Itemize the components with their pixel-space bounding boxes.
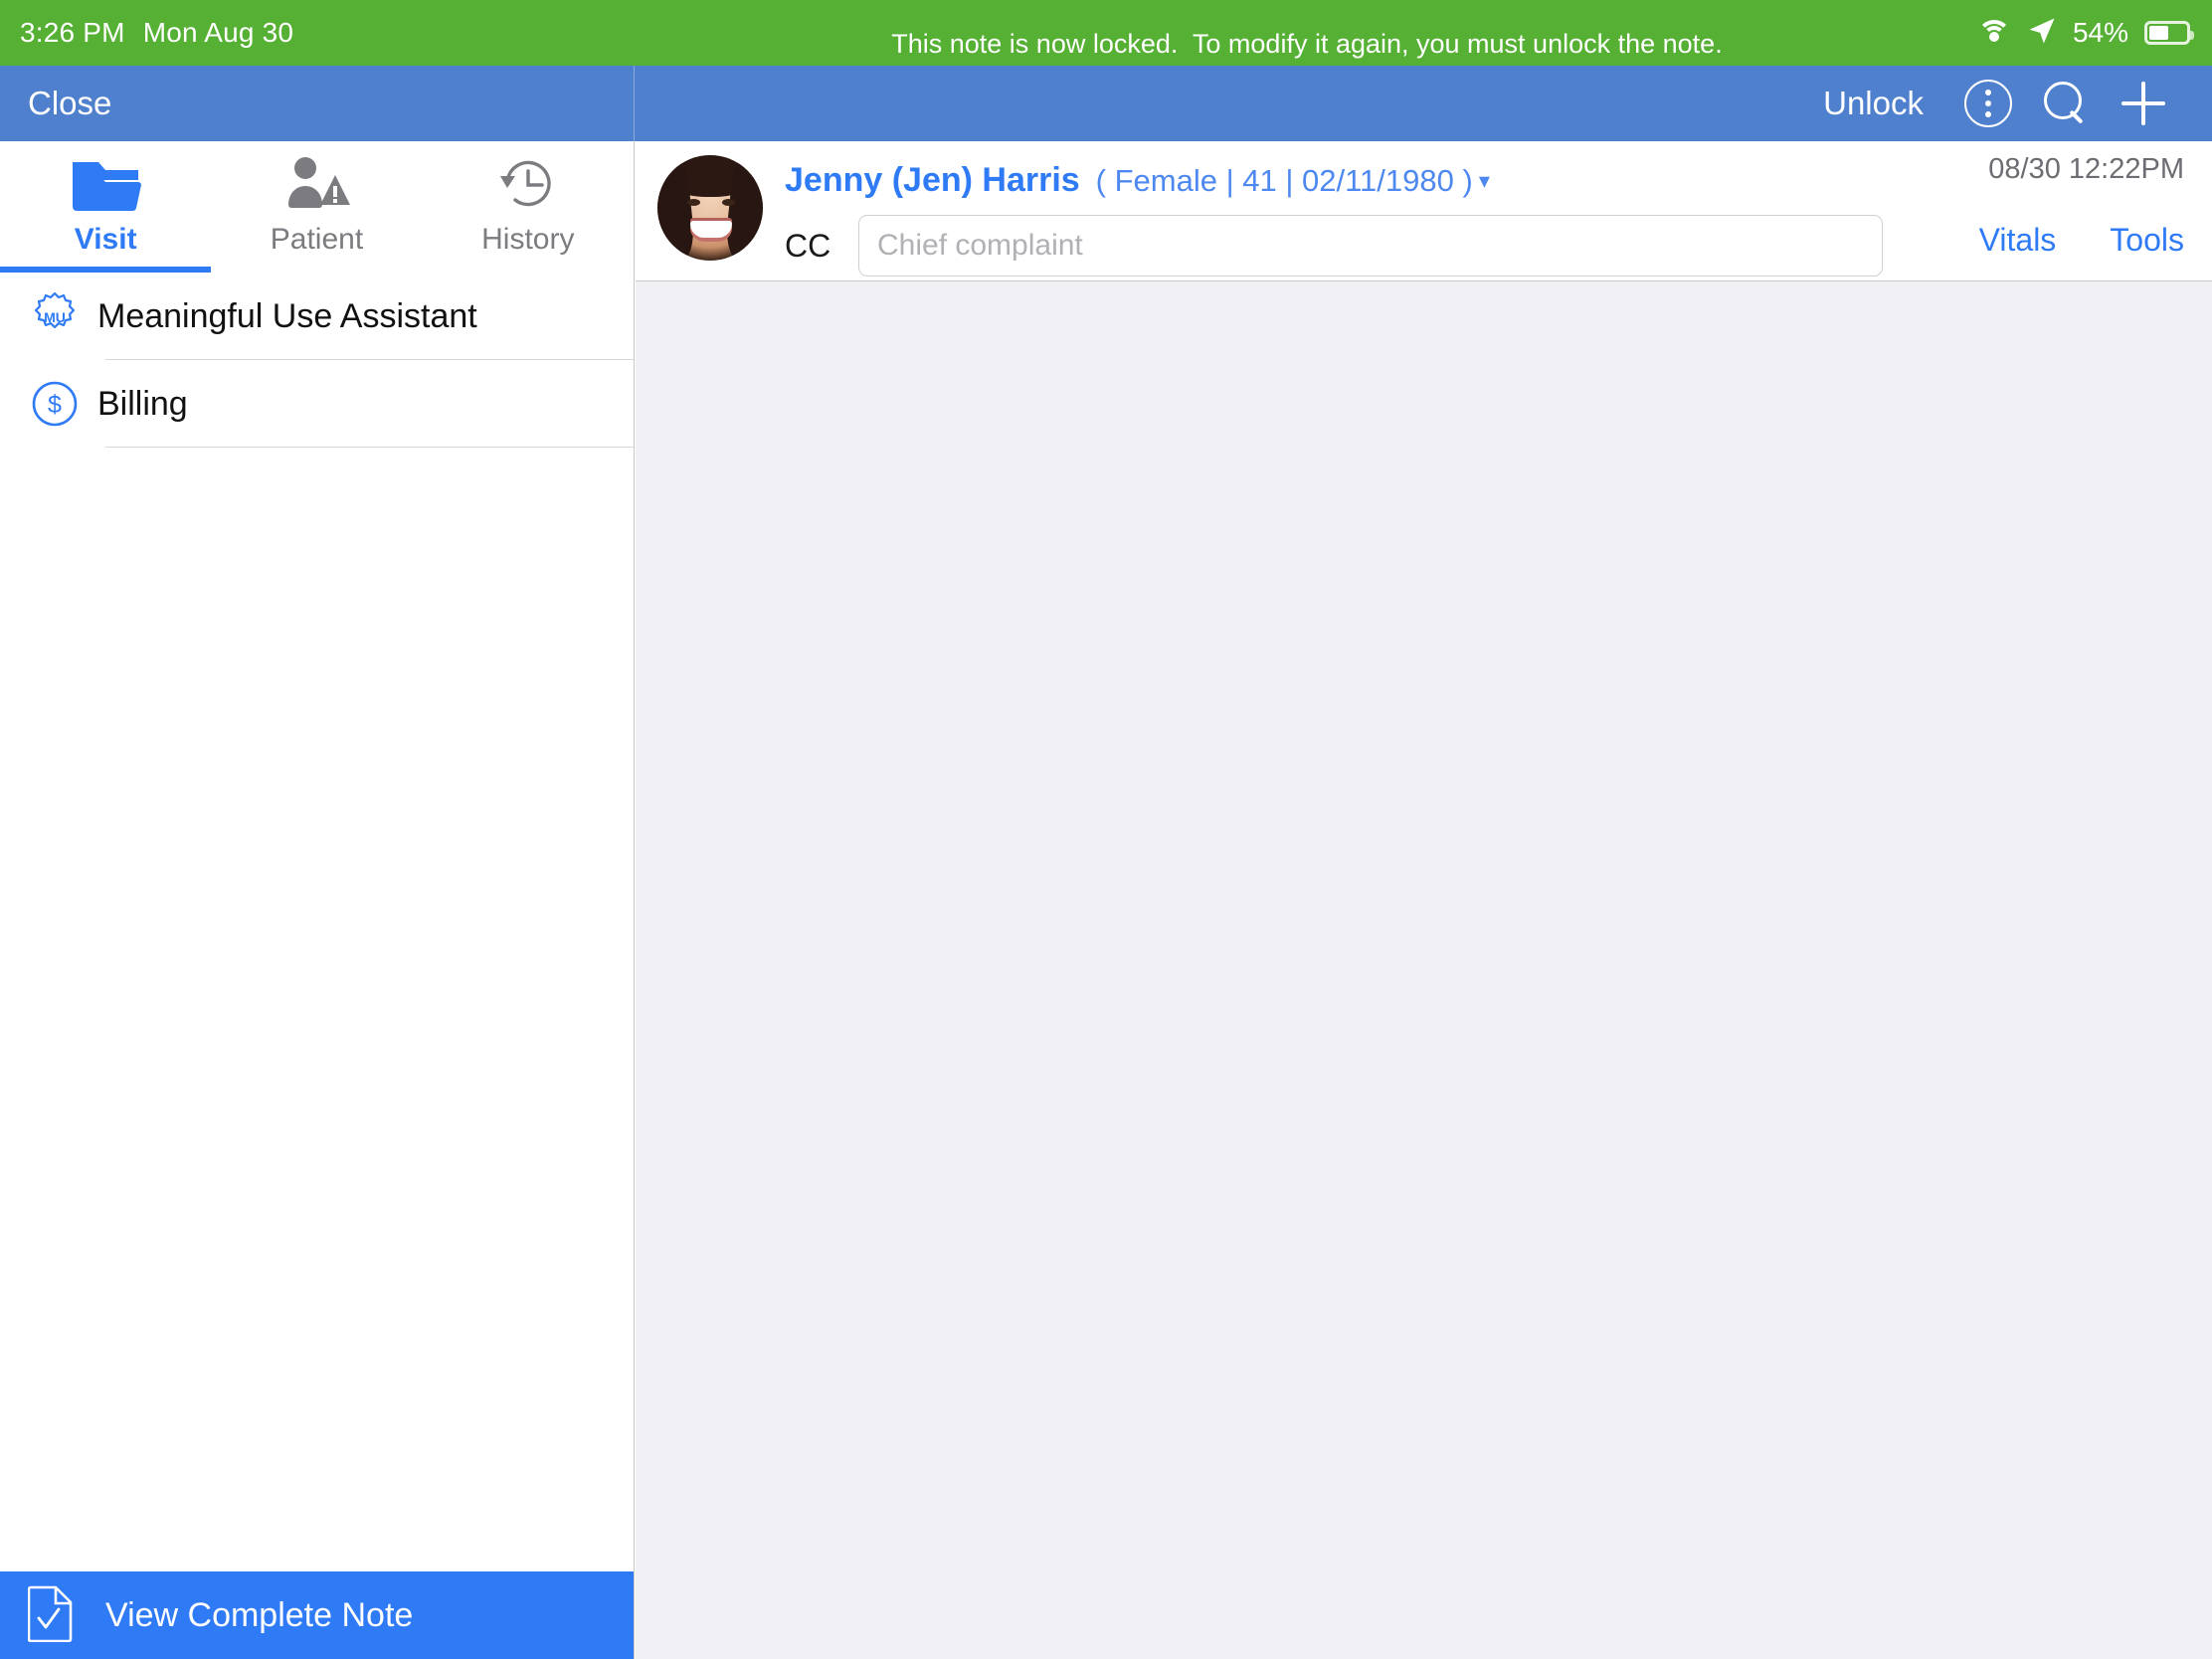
- wifi-icon: [1976, 20, 2011, 46]
- person-warning-icon: [278, 153, 354, 215]
- tab-visit[interactable]: Visit: [0, 141, 211, 273]
- sidebar-item-billing[interactable]: $ Billing: [0, 360, 634, 448]
- chevron-down-icon[interactable]: ▾: [1479, 168, 1490, 194]
- note-content-area: [636, 281, 2212, 1658]
- lock-banner: This note is now locked. To modify it ag…: [637, 0, 1977, 66]
- folder-icon: [69, 153, 142, 215]
- sidebar-item-meaningful-use-assistant[interactable]: MU Meaningful Use Assistant: [0, 273, 634, 360]
- patient-header-right: 08/30 12:22PM Vitals Tools: [1886, 153, 2184, 259]
- kebab-menu-icon[interactable]: [1949, 66, 2027, 141]
- plus-icon[interactable]: [2105, 66, 2182, 141]
- nav-bar: Close Unlock: [0, 66, 2212, 141]
- sidebar-tabs: Visit Patient History: [0, 141, 634, 273]
- status-time: 3:26 PM: [20, 17, 125, 48]
- status-bar: 3:26 PM Mon Aug 30 This note is now lock…: [0, 0, 2212, 66]
- status-bar-right: 54%: [1976, 16, 2212, 51]
- tab-patient[interactable]: Patient: [211, 141, 422, 273]
- location-arrow-icon: [2027, 16, 2057, 51]
- patient-avatar[interactable]: [657, 155, 763, 261]
- tab-history[interactable]: History: [423, 141, 634, 273]
- patient-header-actions: Vitals Tools: [1886, 222, 2184, 259]
- main-panel: Jenny (Jen) Harris ( Female | 41 | 02/11…: [636, 141, 2212, 1659]
- visit-datetime: 08/30 12:22PM: [1988, 153, 2184, 185]
- lock-banner-message: This note is now locked. To modify it ag…: [891, 29, 1723, 59]
- patient-header: Jenny (Jen) Harris ( Female | 41 | 02/11…: [636, 141, 2212, 281]
- dollar-circle-icon: $: [24, 379, 86, 429]
- sidebar-item-label: Billing: [97, 384, 188, 423]
- svg-text:MU: MU: [44, 309, 66, 325]
- note-check-icon: [27, 1584, 74, 1647]
- nav-bar-right: Unlock: [635, 66, 2212, 141]
- chief-complaint-input[interactable]: [858, 215, 1883, 276]
- view-complete-note-button[interactable]: View Complete Note: [0, 1571, 634, 1659]
- status-date: Mon Aug 30: [142, 17, 294, 48]
- search-icon[interactable]: [2027, 66, 2105, 141]
- view-complete-note-label: View Complete Note: [105, 1595, 414, 1634]
- patient-demographics[interactable]: ( Female | 41 | 02/11/1980 ): [1096, 163, 1473, 199]
- status-bar-left: 3:26 PM Mon Aug 30: [0, 17, 637, 49]
- vitals-button[interactable]: Vitals: [1979, 222, 2057, 259]
- nav-bar-left: Close: [0, 66, 635, 141]
- unlock-button[interactable]: Unlock: [1823, 85, 1924, 122]
- battery-percent: 54%: [2072, 17, 2128, 48]
- battery-icon: [2144, 21, 2194, 45]
- tab-visit-label: Visit: [74, 223, 137, 256]
- close-button[interactable]: Close: [28, 85, 111, 122]
- sidebar-item-label: Meaningful Use Assistant: [97, 296, 477, 335]
- tab-history-label: History: [481, 223, 575, 256]
- tools-button[interactable]: Tools: [2110, 222, 2184, 259]
- patient-name[interactable]: Jenny (Jen) Harris: [785, 161, 1080, 200]
- tab-patient-label: Patient: [270, 223, 364, 256]
- app-root: 3:26 PM Mon Aug 30 This note is now lock…: [0, 0, 2212, 1659]
- cc-label: CC: [785, 227, 831, 264]
- clock-rewind-icon: [497, 153, 559, 215]
- mu-badge-icon: MU: [24, 291, 86, 341]
- sidebar: Visit Patient History MU Meaningful Use …: [0, 141, 635, 1659]
- svg-text:$: $: [48, 391, 62, 419]
